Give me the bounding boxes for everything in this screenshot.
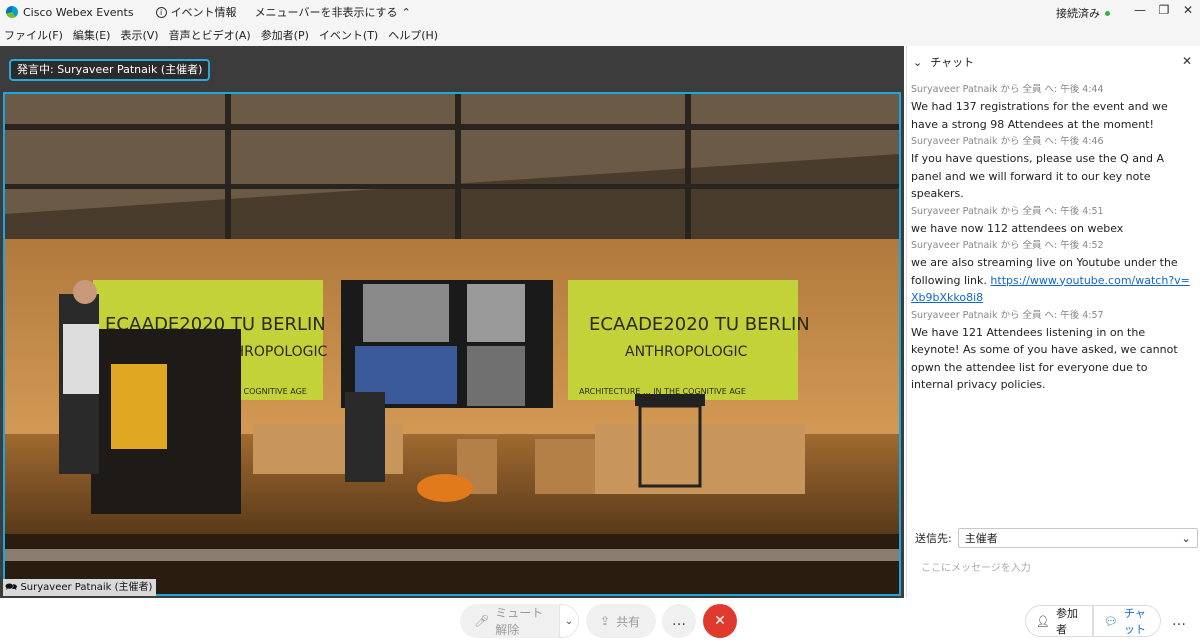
screen-right-title: ECAADE2020 TU BERLIN (589, 314, 810, 335)
audio-options-dropdown[interactable]: ⌄ (559, 604, 579, 638)
unmute-label: ミュート解除 (495, 606, 544, 637)
chat-message-input[interactable]: ここにメッセージを入力 (921, 559, 1031, 574)
hide-menubar-button[interactable]: メニューバーを非表示にする ⌃ (255, 4, 411, 20)
recipient-select[interactable]: 主催者 ⌄ (957, 528, 1198, 548)
connection-status: 接続済み (1056, 5, 1110, 21)
menu-bar: ファイル(F) 編集(E) 表示(V) 音声とビデオ(A) 参加者(P) イベン… (0, 24, 1200, 46)
info-icon: i (155, 6, 167, 18)
connected-dot-icon (1105, 10, 1110, 16)
more-icon: … (672, 613, 686, 629)
restore-icon[interactable]: ❐ (1154, 3, 1174, 17)
share-label: 共有 (616, 614, 641, 629)
unmute-button[interactable]: 🎤︎ ミュート解除 (460, 604, 560, 638)
share-icon: ⇪ (600, 614, 611, 628)
message-meta: Suryaveer Patnaik から 全員 へ: 午後 4:51 (911, 205, 1104, 217)
bottom-toolbar: 🎤︎ ミュート解除 ⌄ ⇪ 共有 … ✕ 👤︎ 参加者 💬︎ チャット … (0, 598, 1200, 644)
close-chat-icon[interactable]: ✕ (1182, 54, 1192, 68)
active-speaker-badge: 発言中: Suryaveer Patnaik (主催者) (9, 59, 211, 81)
message-meta: Suryaveer Patnaik から 全員 へ: 午後 4:46 (911, 136, 1104, 147)
message-meta: Suryaveer Patnaik から 全員 へ: 午後 4:57 (911, 309, 1104, 321)
chat-header[interactable]: ⌄ チャット (907, 52, 1200, 72)
menu-participants[interactable]: 参加者(P) (261, 27, 309, 43)
close-icon: ✕ (714, 613, 726, 629)
chat-panel: ⌄ チャット ✕ Suryaveer Patnaik から 全員 へ: 午後 4… (906, 46, 1200, 598)
hide-menubar-label: メニューバーを非表示にする (254, 6, 398, 19)
menu-view[interactable]: 表示(V) (120, 27, 158, 43)
chevron-down-icon: ⌄ (1181, 531, 1191, 545)
recipient-row: 送信先: 主催者 ⌄ (915, 528, 1198, 548)
chevron-up-icon: ⌃ (401, 5, 411, 19)
chat-title: チャット (930, 56, 975, 69)
close-window-icon[interactable]: ✕ (1178, 3, 1198, 17)
chat-message: Suryaveer Patnaik から 全員 へ: 午後 4:51 we ha… (911, 203, 1191, 238)
title-bar: Cisco Webex Events i イベント情報 メニューバーを非表示にす… (0, 0, 1200, 24)
screen-right-subtitle: ANTHROPOLOGIC (625, 344, 748, 360)
chat-label: チャット (1123, 607, 1146, 636)
message-meta: Suryaveer Patnaik から 全員 へ: 午後 4:52 (911, 240, 1104, 251)
share-button[interactable]: ⇪ 共有 (586, 604, 656, 638)
message-meta: Suryaveer Patnaik から 全員 へ: 午後 4:44 (911, 84, 1104, 95)
menu-audio-video[interactable]: 音声とビデオ(A) (169, 27, 251, 43)
webex-logo-icon (6, 6, 18, 18)
projection-screen-right (568, 280, 798, 400)
microphone-muted-icon: 🎤︎ (474, 614, 490, 628)
chevron-down-icon: ⌄ (564, 615, 574, 627)
participants-label: 参加者 (1055, 607, 1078, 636)
chat-message: Suryaveer Patnaik から 全員 へ: 午後 4:46 If yo… (911, 133, 1191, 203)
message-text: We had 137 registrations for the event a… (911, 100, 1168, 131)
app-title: Cisco Webex Events (23, 5, 134, 19)
menu-edit[interactable]: 編集(E) (73, 27, 111, 43)
chat-message: Suryaveer Patnaik から 全員 へ: 午後 4:44 We ha… (911, 81, 1191, 133)
minimize-icon[interactable]: — (1130, 3, 1150, 17)
participant-icon: 🗪 (5, 582, 18, 593)
video-frame: ECAADE2020 TU BERLIN ANTHROPOLOGIC THE C… (5, 94, 899, 594)
recipient-label: 送信先: (915, 532, 952, 545)
video-name-tag: 🗪 Suryaveer Patnaik (主催者) (3, 579, 157, 596)
menu-event[interactable]: イベント(T) (319, 27, 378, 43)
chevron-down-icon[interactable]: ⌄ (913, 56, 922, 69)
more-panels-button[interactable]: … (1162, 604, 1196, 638)
more-icon: … (1172, 613, 1186, 629)
event-info-label: イベント情報 (170, 6, 237, 19)
menu-help[interactable]: ヘルプ(H) (388, 27, 438, 43)
leave-meeting-button[interactable]: ✕ (703, 604, 737, 638)
chat-bubble-icon: 💬︎ (1104, 614, 1118, 628)
recipient-value: 主催者 (964, 532, 998, 545)
message-text: If you have questions, please use the Q … (911, 152, 1164, 200)
chat-messages: Suryaveer Patnaik から 全員 へ: 午後 4:44 We ha… (911, 81, 1191, 394)
message-text: We have 121 Attendees listening in on th… (911, 325, 1178, 392)
main-video[interactable]: ECAADE2020 TU BERLIN ANTHROPOLOGIC THE C… (3, 92, 901, 596)
message-text: we have now 112 attendees on webex (911, 221, 1124, 235)
chat-message: Suryaveer Patnaik から 全員 へ: 午後 4:57 We ha… (911, 307, 1191, 394)
connection-status-label: 接続済み (1056, 7, 1100, 20)
video-name-label: Suryaveer Patnaik (主催者) (20, 582, 153, 593)
participants-button[interactable]: 👤︎ 参加者 (1025, 605, 1093, 637)
message-text: we are also streaming live on Youtube un… (911, 254, 1191, 307)
event-info-button[interactable]: i イベント情報 (155, 4, 237, 20)
chat-message: Suryaveer Patnaik から 全員 へ: 午後 4:52 we ar… (911, 237, 1191, 307)
person-icon: 👤︎ (1036, 614, 1050, 628)
more-options-button[interactable]: … (662, 604, 696, 638)
menu-file[interactable]: ファイル(F) (4, 27, 63, 43)
chat-button[interactable]: 💬︎ チャット (1093, 605, 1161, 637)
